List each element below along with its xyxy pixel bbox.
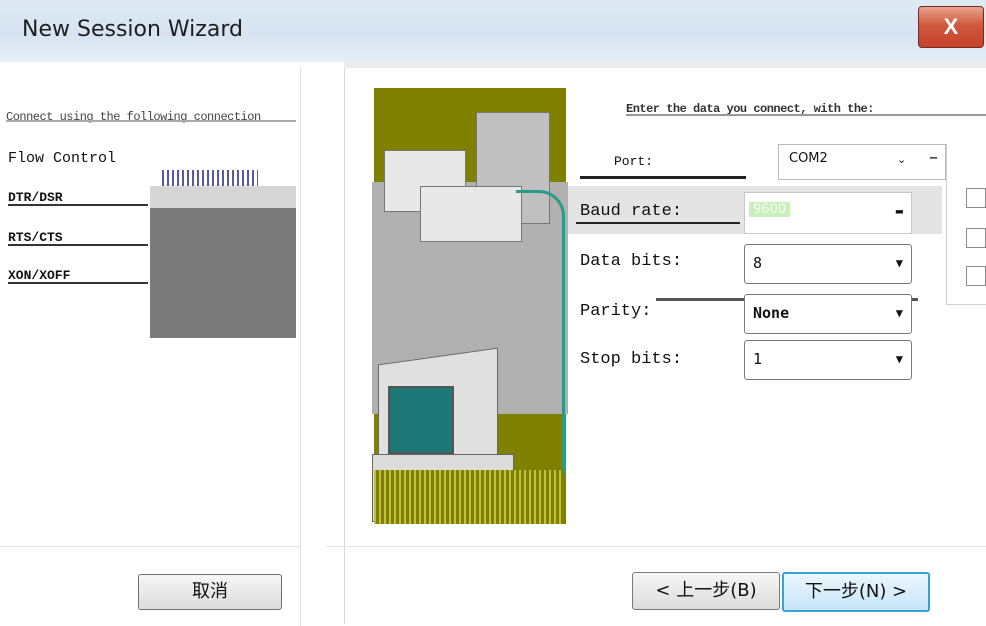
flow-item-line (8, 244, 148, 246)
parity-value: None (753, 304, 790, 322)
port-underline (580, 176, 746, 179)
port-value: COM2 (789, 151, 828, 166)
chevron-down-icon: ▼ (895, 306, 903, 320)
flow-control-label: Flow Control (8, 150, 117, 167)
baud-rate-label: Baud rate: (580, 202, 683, 221)
data-bits-label: Data bits: (580, 252, 683, 271)
close-icon: X (943, 14, 959, 39)
data-bits-value: 8 (753, 254, 763, 272)
chevron-down-icon: ▬ (895, 204, 903, 218)
illustration-floor (374, 470, 564, 524)
network-hub-icon (420, 186, 522, 242)
bottom-separator-left (0, 546, 300, 547)
flow-item-xon-xoff[interactable]: XON/XOFF (8, 268, 70, 283)
parity-select[interactable]: None ▼ (744, 294, 912, 334)
serial-cable-icon (516, 190, 565, 496)
baud-rate-value: 9600 (749, 202, 791, 217)
flow-item-rts-cts[interactable]: RTS/CTS (8, 230, 63, 245)
back-button[interactable]: < 上一步(B) (632, 572, 780, 610)
data-bits-select[interactable]: 8 ▼ (744, 244, 912, 284)
flow-control-stripe (162, 170, 258, 186)
left-panel (0, 62, 340, 624)
flow-item-line (8, 282, 148, 284)
flow-item-dtr-dsr[interactable]: DTR/DSR (8, 190, 63, 205)
cancel-button[interactable]: 取消 (138, 574, 282, 610)
flow-item-line (8, 204, 148, 206)
chevron-down-icon: ▼ (895, 256, 903, 270)
window-title: New Session Wizard (22, 17, 243, 42)
stop-bits-select[interactable]: 1 ▼ (744, 340, 912, 380)
chevron-down-icon: ⌄ (897, 153, 907, 166)
option-checkbox[interactable] (966, 188, 986, 208)
flow-control-box-top (150, 186, 296, 208)
wizard-top-border (344, 62, 986, 68)
stop-bits-value: 1 (753, 350, 763, 368)
chevron-down-icon: ▼ (895, 352, 903, 366)
flow-control-box (150, 208, 296, 338)
port-label: Port: (614, 154, 654, 169)
bottom-separator-right (326, 546, 986, 547)
option-checkbox[interactable] (966, 266, 986, 286)
separator-dash: – (929, 147, 938, 168)
left-divider (300, 66, 301, 626)
baud-rate-select[interactable]: 9600 ▬ (744, 192, 912, 234)
close-button[interactable]: X (918, 6, 984, 48)
baud-rate-underline (576, 222, 740, 224)
intro-underline (626, 114, 986, 116)
parity-label: Parity: (580, 302, 652, 321)
next-button[interactable]: 下一步(N) > (782, 572, 930, 612)
header-divider (6, 120, 296, 122)
option-checkbox[interactable] (966, 228, 986, 248)
port-select[interactable]: COM2 ⌄ – (778, 144, 946, 180)
monitor-screen-icon (388, 386, 454, 454)
stop-bits-label: Stop bits: (580, 350, 683, 369)
